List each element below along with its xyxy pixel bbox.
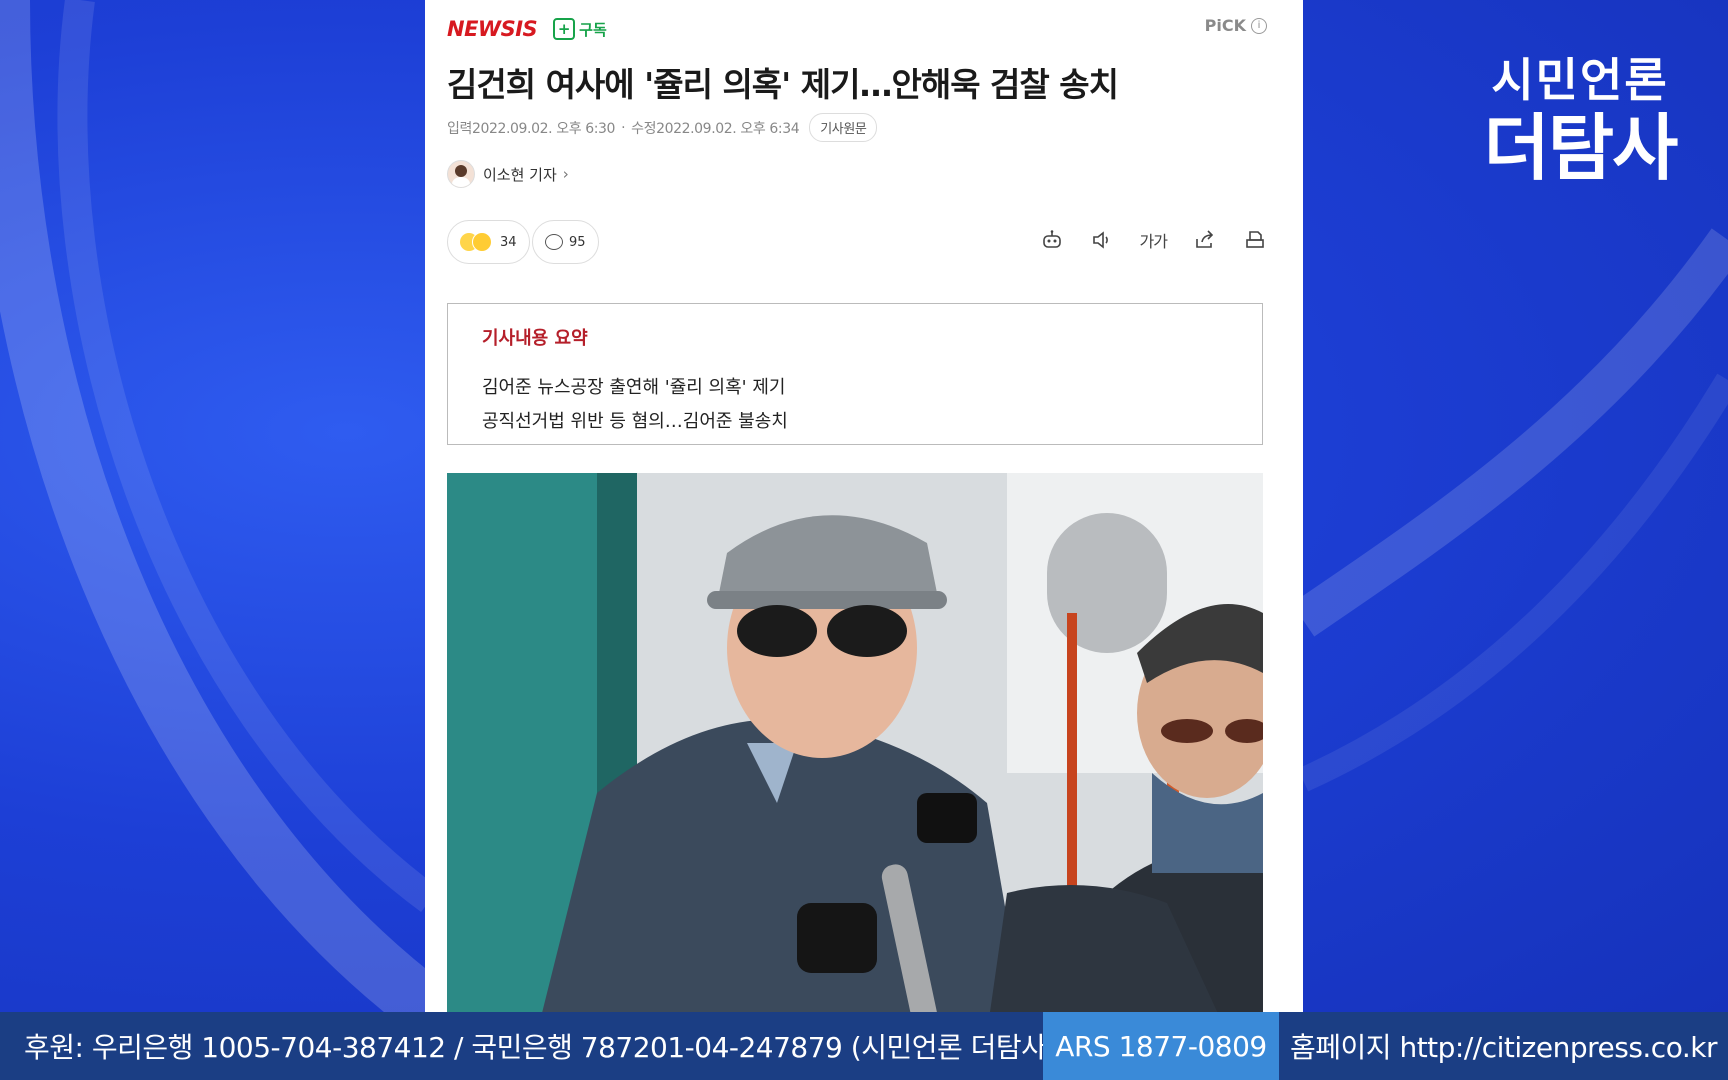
- ticker-bar: 후원: 우리은행 1005-704-387412 / 국민은행 787201-0…: [0, 1012, 1728, 1080]
- subscribe-button[interactable]: + 구독: [553, 18, 607, 40]
- article-meta: 입력2022.09.02. 오후 6:30 · 수정2022.09.02. 오후…: [447, 113, 878, 142]
- logo-line2: 더탐사: [1483, 106, 1679, 190]
- reporter-avatar: [447, 160, 475, 188]
- summary-line: 김어준 뉴스공장 출연해 '쥴리 의혹' 제기: [482, 377, 786, 398]
- summary-line: 공직선거법 위반 등 혐의…김어준 불송치: [482, 411, 788, 432]
- logo-line1: 시민언론: [1491, 53, 1669, 107]
- speaker-icon[interactable]: [1090, 228, 1114, 252]
- channel-logo: 시민언론 더탐사: [1460, 52, 1700, 188]
- original-article-button[interactable]: 기사원문: [809, 113, 878, 142]
- published-date: 입력2022.09.02. 오후 6:30: [447, 120, 616, 137]
- reaction-count: 34: [500, 234, 517, 250]
- article-title: 김건희 여사에 '쥴리 의혹' 제기…안해욱 검찰 송치: [447, 65, 1119, 104]
- pick-badge[interactable]: PiCK i: [1205, 16, 1267, 35]
- modified-date: 수정2022.09.02. 오후 6:34: [631, 120, 800, 137]
- homepage-info: 홈페이지 http://citizenpress.co.kr: [1279, 1012, 1728, 1080]
- article-summary-box: 기사내용 요약 김어준 뉴스공장 출연해 '쥴리 의혹' 제기 공직선거법 위반…: [447, 303, 1263, 445]
- news-article-page: NEWSIS + 구독 PiCK i 김건희 여사에 '쥴리 의혹' 제기…안해…: [425, 0, 1303, 1012]
- summary-title: 기사내용 요약: [482, 328, 588, 349]
- article-toolbar: 가가: [1040, 228, 1267, 252]
- reaction-button[interactable]: 34: [447, 220, 530, 264]
- share-icon[interactable]: [1193, 228, 1217, 252]
- article-header: NEWSIS + 구독: [447, 14, 607, 44]
- sponsor-info: 후원: 우리은행 1005-704-387412 / 국민은행 787201-0…: [0, 1012, 1057, 1080]
- subscribe-label: 구독: [579, 20, 607, 39]
- print-icon[interactable]: [1243, 228, 1267, 252]
- reaction-emoji-icon: [460, 232, 492, 252]
- info-icon[interactable]: i: [1251, 17, 1267, 34]
- reporter-link[interactable]: 이소현 기자 ›: [447, 160, 569, 188]
- summary-bot-icon[interactable]: [1040, 228, 1064, 252]
- comment-count: 95: [569, 234, 586, 250]
- reporter-name: 이소현 기자: [483, 165, 557, 184]
- chevron-right-icon: ›: [562, 165, 569, 183]
- plus-icon: +: [553, 18, 576, 40]
- newsis-logo[interactable]: NEWSIS: [447, 17, 538, 41]
- comment-button[interactable]: 95: [532, 220, 599, 264]
- pick-label: PiCK: [1204, 16, 1246, 35]
- ars-number: ARS 1877-0809: [1043, 1012, 1279, 1080]
- article-photo: [447, 473, 1263, 1012]
- font-size-button[interactable]: 가가: [1140, 228, 1168, 252]
- meta-separator: ·: [621, 119, 626, 136]
- comment-icon: [545, 234, 563, 250]
